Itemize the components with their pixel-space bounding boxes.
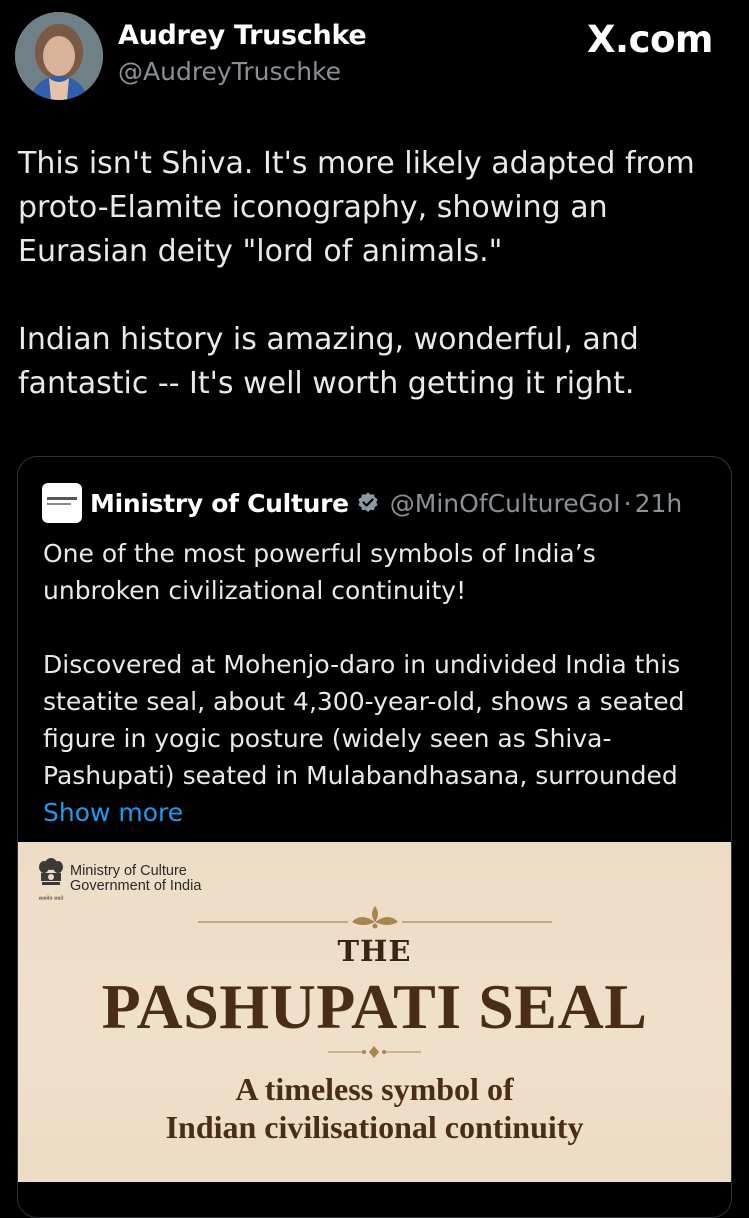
ornament-divider-icon <box>198 906 552 929</box>
quoted-media-image[interactable]: सत्यमेव जयते Ministry of Culture Governm… <box>18 842 731 1182</box>
media-subtitle-line1: A timeless symbol of <box>235 1071 514 1107</box>
quoted-paragraph-text: Discovered at Mohenjo-daro in undivided … <box>43 650 685 790</box>
media-title: PASHUPATI SEAL <box>101 971 648 1042</box>
media-title-the: THE <box>337 934 412 968</box>
quoted-paragraph: One of the most powerful symbols of Indi… <box>43 539 596 605</box>
media-org-label: Ministry of Culture Government of India <box>70 864 201 894</box>
quoted-author-handle[interactable]: @MinOfCultureGoI <box>390 489 621 518</box>
media-org-line1: Ministry of Culture <box>70 863 187 879</box>
media-subtitle-line2: Indian civilisational continuity <box>165 1109 584 1145</box>
quoted-tweet-timestamp[interactable]: 21h <box>635 489 683 518</box>
author-avatar[interactable] <box>15 12 103 100</box>
tweet: Audrey Truschke @AudreyTruschke X.com Th… <box>0 0 749 1218</box>
quoted-tweet-header: Ministry of Culture @MinOfCultureGoI · 2… <box>90 483 682 523</box>
national-emblem-icon: सत्यमेव जयते <box>39 858 63 902</box>
quoted-tweet-card[interactable]: Ministry of Culture @MinOfCultureGoI · 2… <box>17 456 732 1218</box>
author-handle[interactable]: @AudreyTruschke <box>118 57 341 86</box>
small-ornament-icon <box>328 1046 421 1058</box>
header-separator: · <box>623 488 632 518</box>
site-label: X.com <box>587 18 714 61</box>
tweet-paragraph: This isn't Shiva. It's more likely adapt… <box>18 146 695 269</box>
avatar-photo <box>15 12 103 100</box>
quoted-paragraph: Discovered at Mohenjo-daro in undivided … <box>43 646 713 831</box>
show-more-link[interactable]: Show more <box>43 798 183 827</box>
tweet-paragraph: Indian history is amazing, wonderful, an… <box>18 322 639 401</box>
verified-badge-icon <box>356 491 380 515</box>
media-subtitle: A timeless symbol of Indian civilisation… <box>18 1070 731 1146</box>
quoted-author-avatar[interactable] <box>42 483 82 523</box>
author-name[interactable]: Audrey Truschke <box>118 20 367 51</box>
quoted-author-name[interactable]: Ministry of Culture <box>90 489 349 518</box>
media-org-line2: Government of India <box>70 878 202 894</box>
quoted-tweet-text: One of the most powerful symbols of Indi… <box>43 535 713 831</box>
tweet-text: This isn't Shiva. It's more likely adapt… <box>18 142 733 406</box>
